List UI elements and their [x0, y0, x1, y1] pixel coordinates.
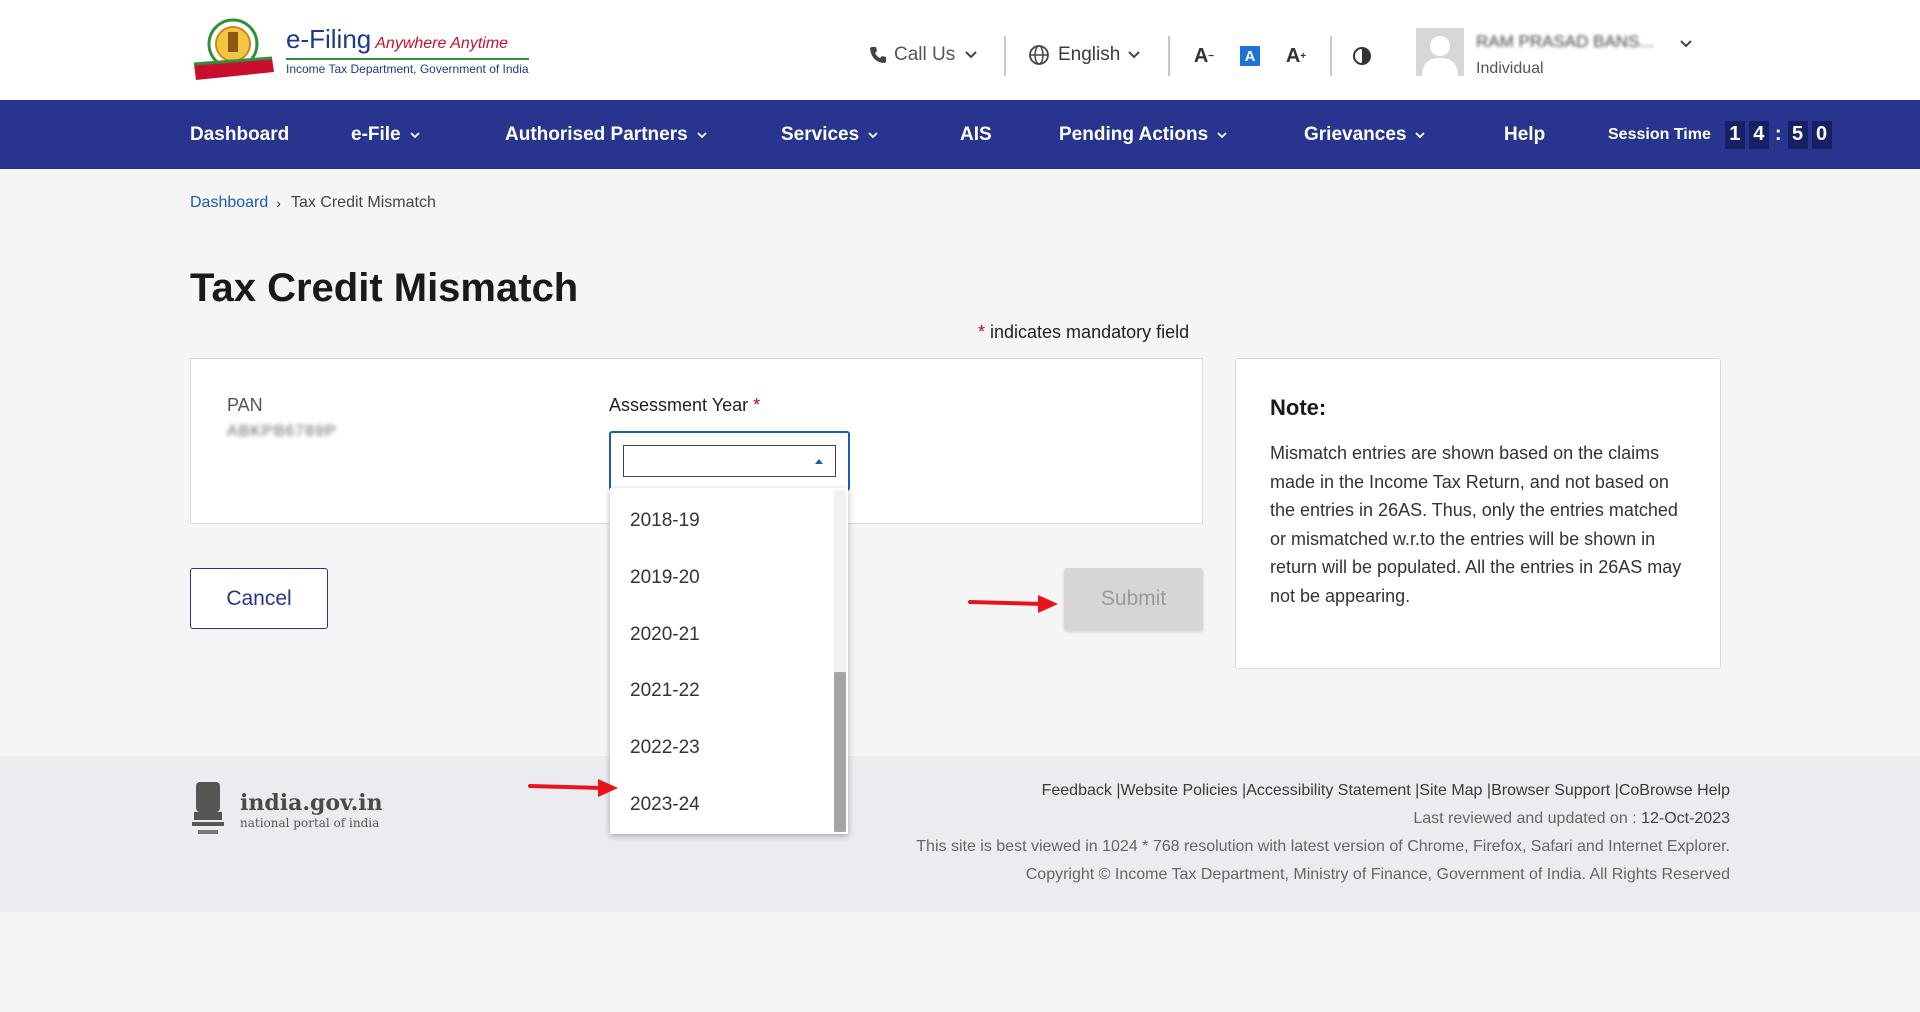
nav-efile[interactable]: e-File	[351, 100, 421, 169]
chevron-down-icon	[1415, 131, 1426, 138]
note-card: Note: Mismatch entries are shown based o…	[1235, 358, 1721, 669]
font-normal-button[interactable]: A	[1240, 46, 1260, 66]
breadcrumb-current: Tax Credit Mismatch	[290, 194, 436, 211]
session-separator: :	[1774, 123, 1782, 145]
page-title: Tax Credit Mismatch	[190, 266, 579, 310]
required-star: *	[978, 322, 986, 342]
contrast-toggle-icon[interactable]	[1352, 46, 1372, 66]
copyright: Copyright © Income Tax Department, Minis…	[1025, 866, 1730, 883]
session-time-label: Session Time	[1608, 125, 1711, 143]
chevron-down-icon[interactable]	[1676, 34, 1696, 54]
nav-grievances[interactable]: Grievances	[1304, 100, 1426, 169]
chevron-down-icon	[1217, 131, 1227, 138]
footer-link-browser-support[interactable]: Browser Support	[1491, 782, 1610, 799]
footer-link-feedback[interactable]: Feedback	[1042, 782, 1112, 799]
language-label: English	[1058, 44, 1121, 65]
footer-links: Feedback |Website Policies |Accessibilit…	[1041, 782, 1730, 799]
header-divider	[1168, 36, 1170, 76]
call-us-label: Call Us	[894, 44, 956, 65]
nav-ais[interactable]: AIS	[960, 100, 992, 169]
last-reviewed-date: 12-Oct-2023	[1641, 810, 1730, 827]
avatar[interactable]	[1416, 28, 1464, 76]
logo-subtitle: Income Tax Department, Government of Ind…	[286, 58, 529, 76]
assessment-year-label: Assessment Year *	[609, 395, 761, 415]
mandatory-note: * indicates mandatory field	[978, 322, 1190, 342]
assessment-year-select[interactable]	[609, 431, 850, 491]
india-gov-logo[interactable]: india.gov.in national portal of india	[190, 778, 390, 842]
user-avatar-icon	[1422, 36, 1458, 76]
red-arrow-icon	[968, 595, 1058, 613]
gov-subtitle: national portal of india	[240, 816, 380, 830]
breadcrumb: Dashboard › Tax Credit Mismatch	[190, 194, 436, 212]
page-bottom	[0, 912, 1920, 1012]
header-divider	[1330, 36, 1332, 76]
income-tax-emblem-icon	[193, 18, 274, 80]
user-role: Individual	[1476, 60, 1544, 77]
gov-title: india.gov.in	[240, 790, 383, 816]
chevron-down-icon	[965, 51, 977, 59]
footer-link-website-policies[interactable]: Website Policies	[1120, 782, 1237, 799]
top-header: e-Filing Anywhere Anytime Income Tax Depa…	[0, 0, 1920, 100]
dropdown-option[interactable]: 2019-20	[630, 567, 700, 589]
nav-help[interactable]: Help	[1504, 100, 1545, 169]
phone-icon	[870, 47, 886, 63]
dropdown-scrollbar-thumb[interactable]	[834, 672, 846, 832]
nav-authorised-partners[interactable]: Authorised Partners	[505, 100, 708, 169]
language-selector[interactable]: English	[1028, 40, 1144, 70]
session-digit: 5	[1787, 120, 1808, 149]
session-digit: 0	[1811, 120, 1832, 149]
globe-icon	[1029, 45, 1049, 65]
call-us-menu[interactable]: Call Us	[868, 40, 981, 70]
font-decrease-button[interactable]: A −	[1190, 42, 1218, 70]
last-reviewed: Last reviewed and updated on : 12-Oct-20…	[1413, 810, 1730, 827]
footer-link-accessibility[interactable]: Accessibility Statement	[1246, 782, 1411, 799]
pan-value: ABKPB6789P	[227, 423, 337, 440]
caret-up-icon	[815, 459, 823, 464]
footer-link-cobrowse-help[interactable]: CoBrowse Help	[1619, 782, 1730, 799]
dropdown-option[interactable]: 2018-19	[630, 510, 700, 532]
red-arrow-icon	[528, 779, 618, 797]
session-timer: Session Time 1 4 : 5 0	[1608, 100, 1832, 169]
font-increase-button[interactable]: A +	[1282, 42, 1310, 70]
dropdown-option[interactable]: 2022-23	[630, 737, 700, 759]
user-name[interactable]: RAM PRASAD BANS...	[1476, 32, 1654, 52]
session-digit: 4	[1748, 120, 1769, 149]
cancel-button[interactable]: Cancel	[190, 568, 328, 629]
efiling-logo[interactable]: e-Filing Anywhere Anytime Income Tax Depa…	[188, 16, 529, 82]
breadcrumb-dashboard-link[interactable]: Dashboard	[190, 194, 268, 212]
main-nav: Dashboard e-File Authorised Partners Ser…	[0, 100, 1920, 169]
nav-dashboard[interactable]: Dashboard	[190, 100, 289, 169]
dropdown-option[interactable]: 2020-21	[630, 624, 700, 646]
dropdown-option[interactable]: 2023-24	[630, 794, 700, 816]
assessment-year-select-box[interactable]	[623, 445, 836, 477]
dropdown-option[interactable]: 2021-22	[630, 680, 700, 702]
assessment-year-dropdown[interactable]: 2018-19 2019-20 2020-21 2021-22 2022-23 …	[610, 488, 848, 834]
chevron-down-icon	[1128, 51, 1141, 59]
footer: india.gov.in national portal of india Fe…	[0, 756, 1920, 912]
chevron-down-icon	[868, 131, 878, 138]
best-viewed-note: This site is best viewed in 1024 * 768 r…	[916, 838, 1730, 855]
nav-services[interactable]: Services	[781, 100, 879, 169]
breadcrumb-chevron-icon: ›	[276, 195, 281, 211]
logo-title: e-Filing Anywhere Anytime	[286, 24, 509, 54]
national-emblem-icon	[192, 782, 224, 834]
chevron-down-icon	[697, 131, 707, 138]
footer-link-site-map[interactable]: Site Map	[1419, 782, 1482, 799]
logo-tagline: Anywhere Anytime	[375, 35, 509, 52]
header-divider	[1004, 36, 1006, 76]
pan-label: PAN	[227, 395, 263, 415]
chevron-down-icon	[409, 131, 420, 138]
note-text: Mismatch entries are shown based on the …	[1270, 443, 1682, 606]
session-digit: 1	[1724, 120, 1745, 149]
submit-button[interactable]: Submit	[1064, 568, 1203, 630]
nav-pending-actions[interactable]: Pending Actions	[1059, 100, 1228, 169]
note-title: Note:	[1270, 395, 1327, 420]
